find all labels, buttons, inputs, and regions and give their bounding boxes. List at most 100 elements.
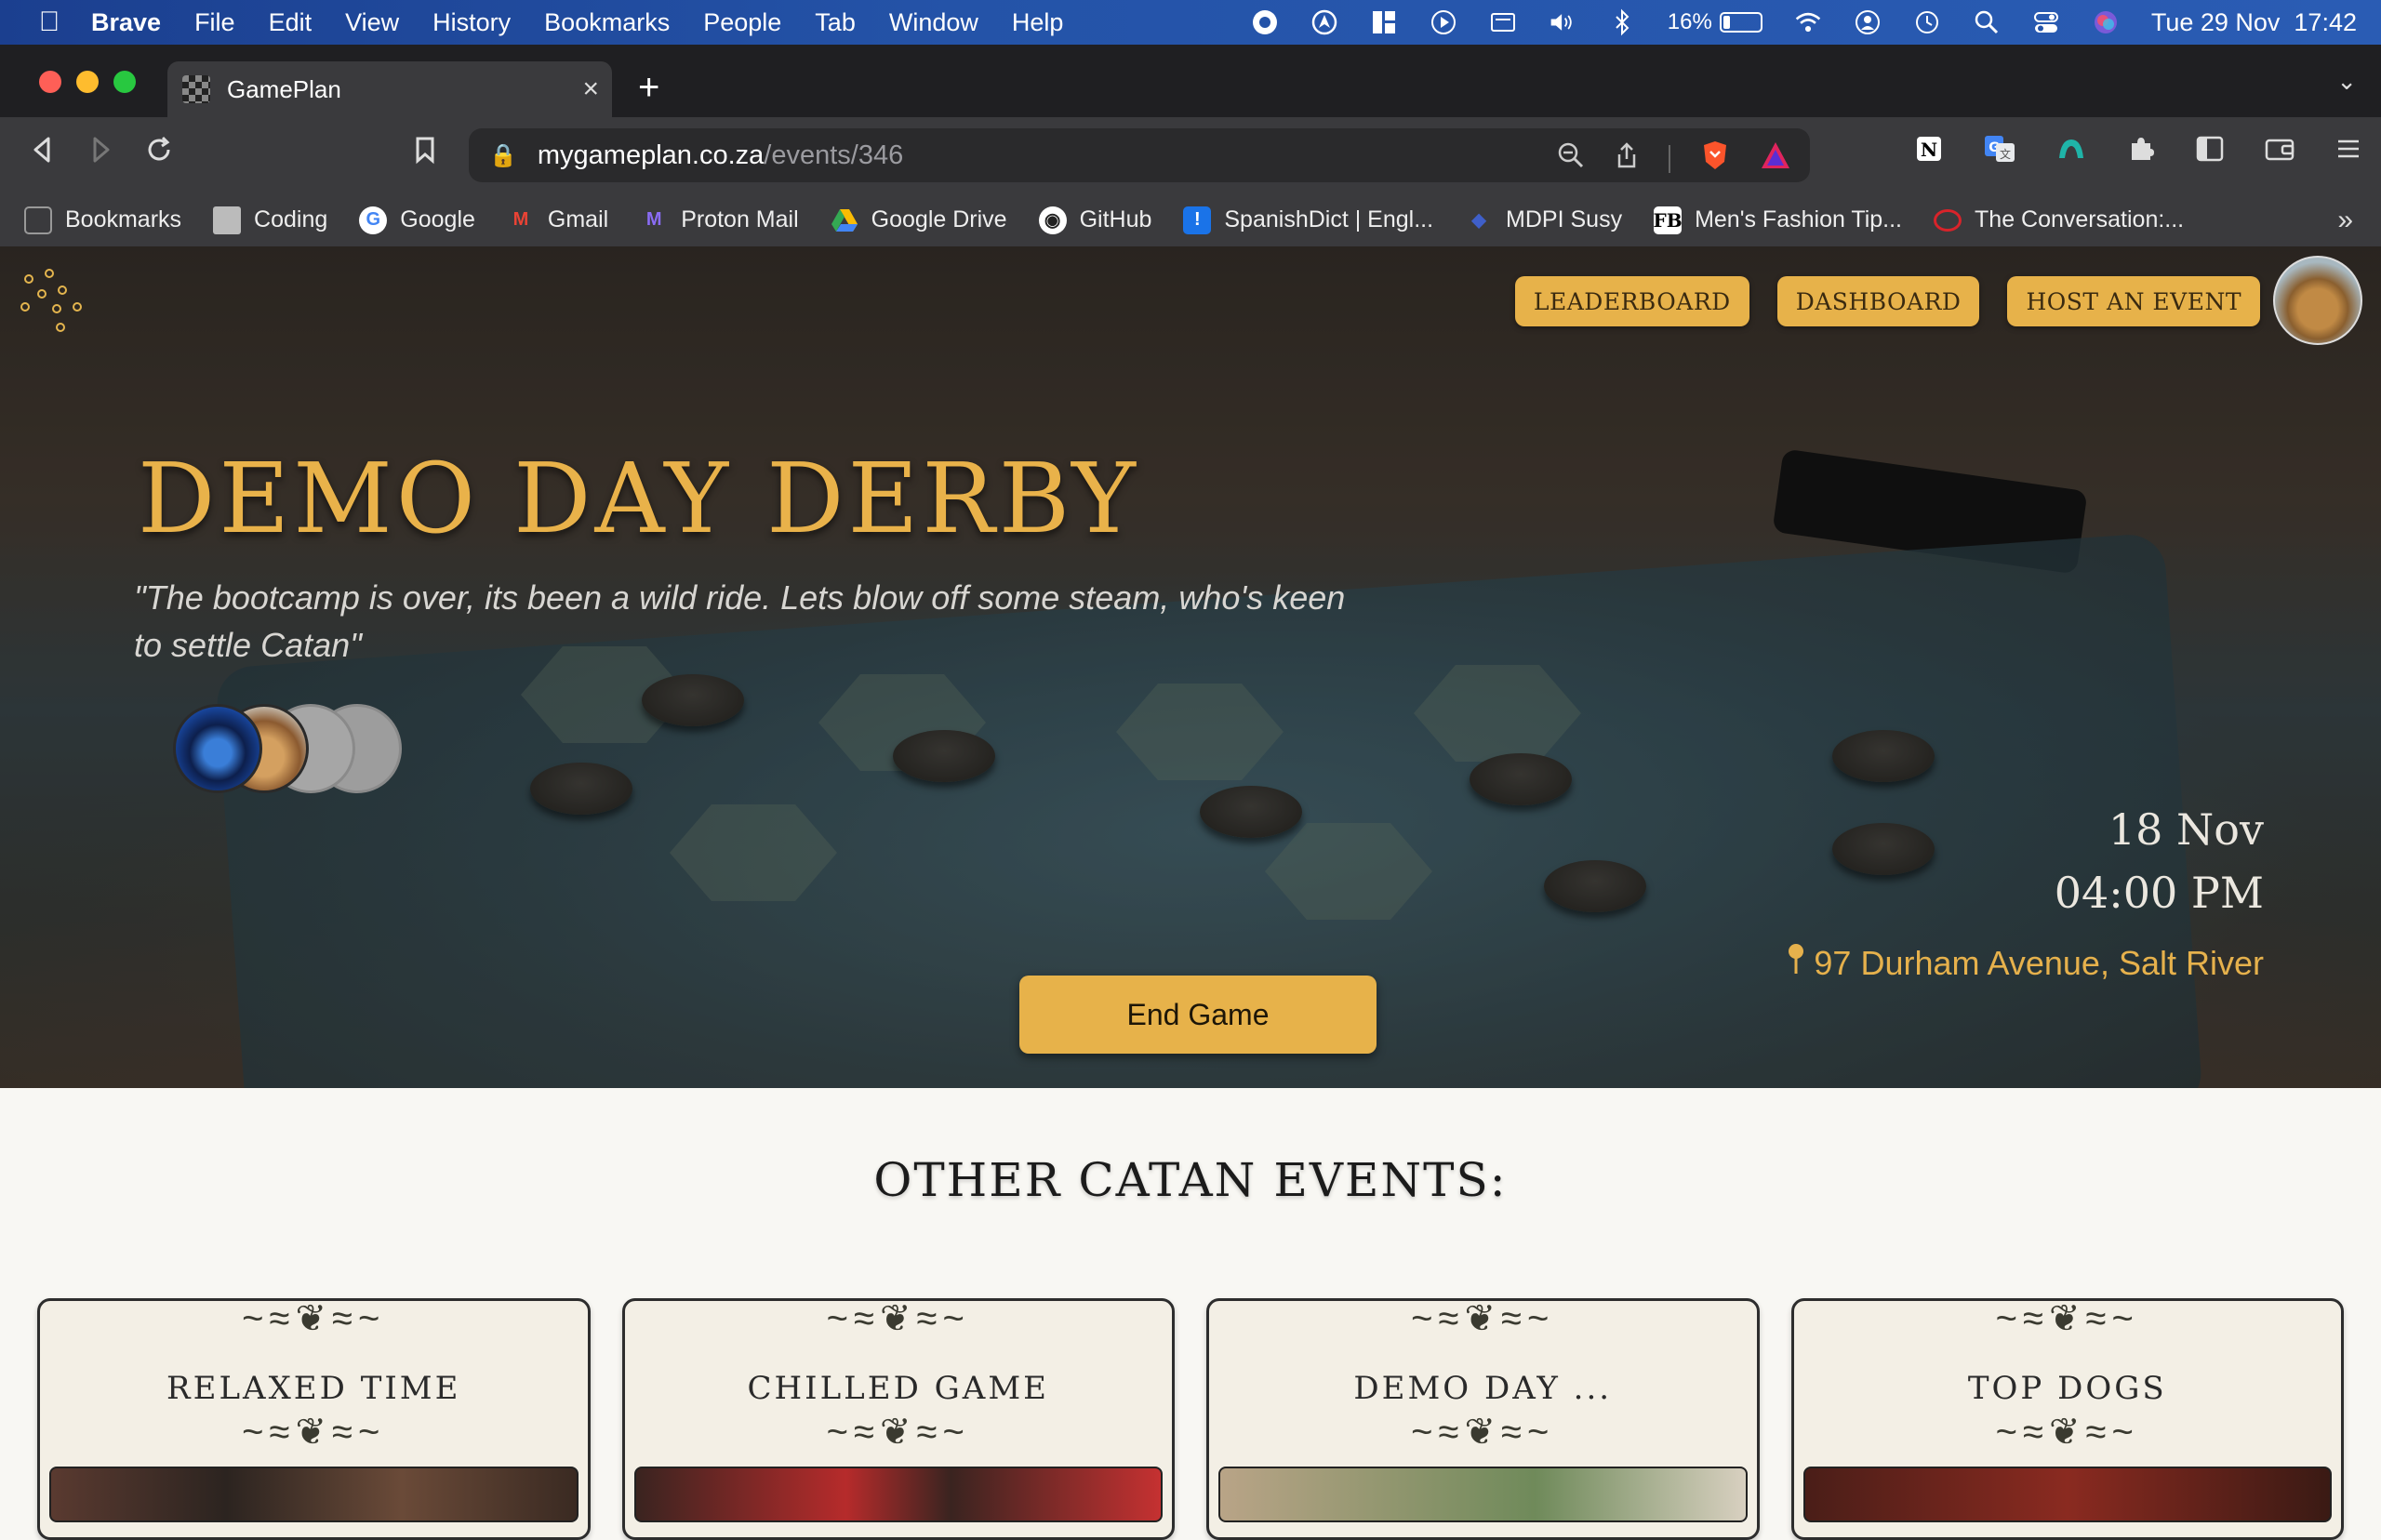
menu-history[interactable]: History [416,8,527,37]
bookmark-gmail[interactable]: M Gmail [507,206,609,234]
event-card[interactable]: ~≈❦≈~ DEMO DAY ... ~≈❦≈~ [1206,1298,1760,1540]
fb-icon: FB [1654,206,1683,234]
flourish-ornament-icon: ~≈❦≈~ [1995,1412,2139,1453]
gameplan-logo-icon[interactable] [20,269,95,343]
wallet-icon[interactable] [2264,134,2295,171]
event-card[interactable]: ~≈❦≈~ RELAXED TIME ~≈❦≈~ [37,1298,591,1540]
event-location-text: 97 Durham Avenue, Salt River [1814,943,2264,982]
extension-teal-icon[interactable] [2055,134,2087,171]
gmail-icon: M [512,209,529,230]
bookmark-spanishdict[interactable]: ! SpanishDict | Engl... [1183,206,1433,234]
menu-hamburger-icon[interactable] [2334,135,2362,170]
notion-icon[interactable]: N [1914,134,1944,171]
navigation-icon[interactable] [1310,8,1338,36]
bookmark-coding[interactable]: Coding [213,206,327,234]
menu-bookmarks[interactable]: Bookmarks [527,8,686,37]
flourish-ornament-icon: ~≈❦≈~ [826,1298,970,1339]
bookmark-page-icon[interactable] [413,134,437,174]
tab-list-chevron-icon[interactable]: ⌄ [2336,67,2357,96]
conversation-icon [1934,208,1962,232]
time-machine-icon[interactable] [1913,8,1941,36]
event-card-image [1218,1467,1748,1522]
menu-edit[interactable]: Edit [252,8,329,37]
player-avatar[interactable] [173,704,262,793]
zoom-out-icon[interactable] [1557,141,1585,176]
menu-help[interactable]: Help [995,8,1081,37]
event-card-title: CHILLED GAME [747,1370,1049,1407]
wifi-icon[interactable] [1794,8,1822,36]
menu-people[interactable]: People [686,8,798,37]
brave-shields-icon[interactable] [1700,139,1730,178]
google-drive-icon [831,206,858,234]
leaderboard-button[interactable]: LEADERBOARD [1514,276,1749,326]
reload-button[interactable] [143,134,175,174]
dashboard-button[interactable]: DASHBOARD [1776,276,1980,326]
minimize-window-button[interactable] [76,71,99,93]
extensions-puzzle-icon[interactable] [2126,134,2156,171]
bookmark-github[interactable]: ◉ GitHub [1038,206,1151,234]
bookmark-label: Google [400,206,475,232]
apple-icon[interactable]:  [24,7,74,38]
flourish-ornament-icon: ~≈❦≈~ [1411,1412,1555,1453]
player-avatars [173,704,433,793]
svg-text:N: N [1921,139,1937,161]
bluetooth-icon[interactable] [1608,8,1636,36]
bookmarks-overflow-icon[interactable]: » [2337,205,2353,236]
host-event-button[interactable]: HOST AN EVENT [2007,276,2260,326]
google-translate-icon[interactable]: G文 [1983,134,2016,171]
end-game-button[interactable]: End Game [1019,976,1377,1054]
maximize-window-button[interactable] [113,71,136,93]
battery-indicator[interactable]: 16% [1668,9,1762,35]
bookmark-bookmarks[interactable]: Bookmarks [24,206,181,234]
folder-icon [213,206,242,234]
tab-gameplan[interactable]: GamePlan × [167,61,612,117]
volume-icon[interactable] [1549,8,1576,36]
address-bar-actions [1557,139,1791,178]
bookmark-proton-mail[interactable]: M Proton Mail [640,206,799,234]
event-title: DEMO DAY DERBY [138,442,1139,555]
flourish-ornament-icon: ~≈❦≈~ [1411,1298,1555,1339]
bookmark-label: Bookmarks [65,206,182,232]
menu-app-name[interactable]: Brave [74,8,178,37]
tab-close-icon[interactable]: × [582,73,599,105]
close-window-button[interactable] [39,71,61,93]
bookmark-mdpi-susy[interactable]: ◆ MDPI Susy [1465,206,1622,234]
bookmark-mens-fashion[interactable]: FB Men's Fashion Tip... [1654,206,1902,234]
control-center-icon[interactable] [2032,8,2060,36]
menu-file[interactable]: File [178,8,252,37]
share-icon[interactable] [1615,141,1639,176]
brave-rewards-icon[interactable] [1760,140,1791,177]
other-events-heading: OTHER CATAN EVENTS: [873,1153,1508,1207]
bookmark-label: SpanishDict | Engl... [1224,206,1434,232]
user-avatar[interactable] [2273,256,2362,345]
macos-menu-bar:  Brave File Edit View History Bookmarks… [0,0,2381,45]
sidebar-icon[interactable] [2195,134,2225,171]
back-button[interactable] [30,134,54,174]
siri-icon[interactable] [2092,8,2120,36]
play-icon[interactable] [1430,8,1457,36]
tab-bar: GamePlan × + ⌄ [0,45,2381,117]
menu-window[interactable]: Window [872,8,995,37]
layout-icon[interactable] [1370,8,1398,36]
google-icon: G [359,206,388,234]
event-card[interactable]: ~≈❦≈~ CHILLED GAME ~≈❦≈~ [621,1298,1175,1540]
event-location[interactable]: 97 Durham Avenue, Salt River [1786,942,2264,984]
forward-button[interactable] [89,134,113,174]
new-tab-button[interactable]: + [638,67,659,109]
spotlight-search-icon[interactable] [1973,8,2001,36]
bookmark-google-drive[interactable]: Google Drive [831,206,1007,234]
svg-text:文: 文 [2000,147,2011,161]
user-icon[interactable] [1854,8,1882,36]
menu-datetime[interactable]: Tue 29 Nov 17:42 [2151,8,2357,37]
bookmark-the-conversation[interactable]: The Conversation:... [1934,206,2184,233]
menu-tab[interactable]: Tab [798,8,872,37]
display-icon[interactable] [1489,8,1517,36]
bookmark-google[interactable]: G Google [359,206,475,234]
aperture-icon[interactable] [1251,8,1279,36]
bookmark-label: Proton Mail [681,206,799,232]
lock-icon[interactable]: 🔒 [489,142,517,169]
bookmark-label: Coding [254,206,328,232]
address-bar[interactable]: 🔒 mygameplan.co.za /events/346 [469,128,1810,182]
event-card[interactable]: ~≈❦≈~ TOP DOGS ~≈❦≈~ [1790,1298,2344,1540]
menu-view[interactable]: View [328,8,416,37]
